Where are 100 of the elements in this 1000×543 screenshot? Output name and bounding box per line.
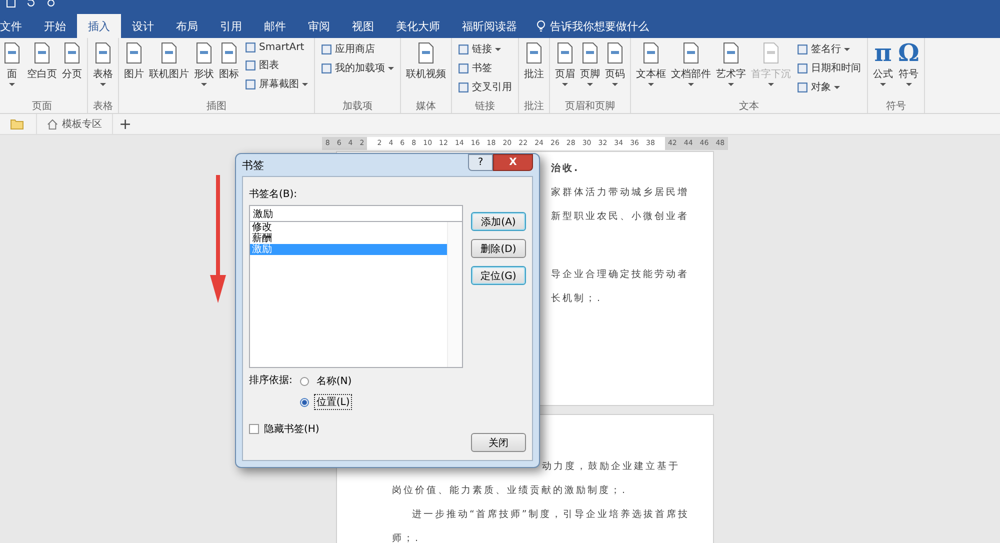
document-text: 进一步推动“首席技师”制度，引导企业培养选拔首席技: [411, 510, 690, 520]
document-icon: [124, 41, 144, 65]
scrollbar[interactable]: [447, 222, 462, 367]
caret-icon: [302, 82, 308, 86]
ribbon-button[interactable]: 页眉: [553, 41, 577, 99]
document-icon: [194, 41, 214, 65]
new-tab-button[interactable]: +: [113, 115, 138, 133]
ribbon-tab[interactable]: 福昕阅读器: [451, 14, 528, 38]
ribbon-button[interactable]: 页脚: [578, 41, 602, 99]
document-icon: [641, 41, 661, 65]
ribbon-button[interactable]: 我的加载项: [321, 60, 394, 76]
ribbon-tab[interactable]: 文件: [0, 14, 33, 38]
square-icon: [458, 44, 469, 54]
ribbon-button[interactable]: 分页: [60, 41, 84, 99]
document-icon: [524, 41, 544, 65]
document-text: 新型职业农民、小微创业者: [551, 212, 690, 222]
ribbon-button[interactable]: 对象: [797, 79, 861, 95]
ribbon-button[interactable]: 交叉引用: [458, 79, 512, 95]
document-text: 家群体活力带动城乡居民增: [551, 188, 690, 198]
caret-icon: [768, 83, 774, 86]
group-label: 加载项: [342, 100, 374, 113]
ribbon-button[interactable]: 页码: [603, 41, 627, 99]
ribbon-tab[interactable]: 美化大师: [385, 14, 451, 38]
ribbon-button[interactable]: 应用商店: [321, 41, 394, 57]
ribbon-tab[interactable]: 开始: [33, 14, 77, 38]
ribbon-button[interactable]: π 公式: [871, 41, 895, 99]
ribbon-button[interactable]: 文本框: [634, 41, 668, 99]
group-label: 表格: [92, 100, 114, 113]
radio-label[interactable]: 位置(L): [314, 394, 352, 410]
document-text: 师；.: [392, 534, 421, 543]
ribbon-button[interactable]: Ω 符号: [896, 41, 922, 99]
document-tab[interactable]: 模板专区: [36, 114, 113, 134]
square-icon: [797, 82, 808, 92]
ribbon-button[interactable]: 表格: [91, 41, 115, 99]
help-button[interactable]: ?: [468, 154, 493, 171]
ribbon-button[interactable]: 面: [0, 41, 24, 99]
square-icon: [458, 62, 469, 74]
document-icon: [681, 41, 701, 65]
ribbon-button[interactable]: 空白页: [25, 41, 59, 99]
ribbon-button[interactable]: 联机图片: [147, 41, 191, 99]
radio-button[interactable]: [300, 398, 310, 406]
group-label: 页面: [31, 100, 53, 113]
group-label: 页眉和页脚: [564, 100, 616, 113]
caret-icon: [100, 83, 106, 86]
dialog-button[interactable]: 添加(A): [471, 212, 526, 231]
close-button[interactable]: X: [493, 154, 533, 171]
ribbon-tab[interactable]: 视图: [341, 14, 385, 38]
ribbon-button[interactable]: 图片: [122, 41, 146, 99]
group-label: 链接: [474, 100, 496, 113]
close-dialog-button[interactable]: 关闭: [471, 433, 526, 452]
bookmark-item[interactable]: 薪酬: [250, 233, 447, 244]
ribbon-tab[interactable]: 引用: [209, 14, 253, 38]
ribbon-button[interactable]: 日期和时间: [797, 60, 861, 76]
ribbon-button[interactable]: 图表: [245, 57, 308, 73]
document-icon: [721, 41, 741, 65]
ribbon-button[interactable]: 链接: [458, 41, 512, 57]
caret-icon: [728, 83, 734, 86]
tell-me-field[interactable]: 告诉我你想要做什么: [550, 20, 680, 32]
ribbon-tab[interactable]: 邮件: [253, 14, 297, 38]
ribbon-button[interactable]: 书签: [458, 60, 512, 76]
lightbulb-icon: [536, 20, 546, 32]
ribbon-button[interactable]: 批注: [522, 41, 546, 99]
ribbon-tab[interactable]: 审阅: [297, 14, 341, 38]
square-icon: [321, 44, 332, 54]
caret-icon: [688, 83, 694, 86]
ribbon-button[interactable]: SmartArt: [245, 41, 308, 54]
caret-icon: [844, 48, 850, 50]
document-icon: [580, 41, 600, 65]
group-label: 文本: [738, 100, 760, 113]
ribbon-button[interactable]: 艺术字: [714, 41, 748, 99]
caret-icon: [587, 83, 593, 86]
document-text: 动力度，鼓励企业建立基于: [541, 462, 681, 472]
dialog-button[interactable]: 删除(D): [471, 239, 526, 258]
document-text: 导企业合理确定技能劳动者: [551, 270, 690, 280]
ribbon-tab[interactable]: 插入: [77, 14, 121, 38]
document-icon: [761, 41, 781, 65]
ribbon-button[interactable]: 签名行: [797, 41, 861, 57]
field-label: 书签名(B):: [249, 188, 298, 201]
ribbon-button[interactable]: 联机视频: [404, 41, 448, 99]
ribbon-button[interactable]: 文档部件: [669, 41, 713, 99]
ribbon-button[interactable]: 图标: [217, 41, 241, 99]
caret-icon: [906, 83, 912, 86]
radio-label[interactable]: 名称(N): [314, 373, 354, 389]
dialog-button[interactable]: 定位(G): [471, 266, 526, 285]
bookmark-name-field[interactable]: 激励: [249, 205, 463, 222]
document-icon: [555, 41, 575, 65]
square-icon: [245, 42, 256, 53]
checkbox[interactable]: [249, 424, 259, 434]
radio-button[interactable]: [300, 376, 310, 386]
ribbon-button[interactable]: 形状: [192, 41, 216, 99]
checkbox-label[interactable]: 隐藏书签(H): [264, 422, 320, 436]
document-icon: [62, 41, 82, 65]
bookmark-item[interactable]: 修改: [250, 222, 447, 233]
ribbon-tab[interactable]: 布局: [165, 14, 209, 38]
home-icon: [47, 118, 58, 130]
square-icon: [245, 60, 256, 70]
caret-icon: [834, 86, 840, 88]
document-text: 长机制；.: [551, 294, 603, 304]
ribbon-tab[interactable]: 设计: [121, 14, 165, 38]
ribbon-button[interactable]: 屏幕截图: [245, 76, 308, 92]
